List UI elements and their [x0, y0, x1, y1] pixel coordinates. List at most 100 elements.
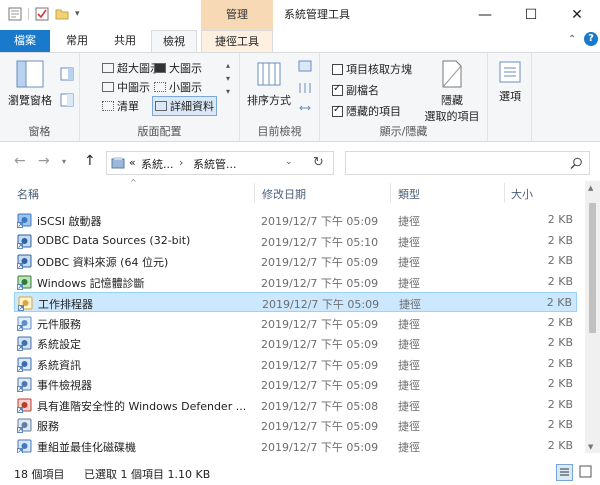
breadcrumb-crumb-1[interactable]: 系統... — [141, 156, 174, 172]
vertical-scrollbar[interactable]: ▲ ▼ — [585, 181, 600, 453]
column-divider[interactable] — [254, 183, 255, 203]
hide-selected-button[interactable]: 隱藏 選取的項目 — [420, 59, 484, 124]
file-date: 2019/12/7 下午 05:09 — [261, 358, 379, 372]
tab-view[interactable]: 檢視 — [151, 30, 197, 53]
close-button[interactable]: ✕ — [554, 0, 600, 30]
group-label-panes: 窗格 — [28, 125, 51, 138]
table-row[interactable]: ODBC 資料來源 (64 位元) 2019/12/7 下午 05:09 捷徑 … — [14, 251, 577, 271]
details-icon — [155, 101, 167, 111]
info-icon — [17, 357, 32, 372]
hide-selected-label-1: 隱藏 — [441, 94, 463, 107]
size-columns-icon[interactable] — [298, 101, 312, 115]
column-divider[interactable] — [504, 183, 505, 203]
title-bar: ▾ 管理 系統管理工具 — ☐ ✕ — [0, 0, 600, 30]
help-icon[interactable]: ? — [584, 32, 598, 46]
status-bar: 18 個項目 已選取 1 個項目 1.10 KB — [0, 461, 600, 485]
file-size: 2 KB — [547, 397, 573, 411]
hidden-items-toggle[interactable]: 隱藏的項目 — [332, 103, 401, 119]
scroll-down-icon[interactable]: ▼ — [588, 443, 593, 451]
breadcrumb-separator-icon[interactable]: › — [179, 156, 183, 169]
address-dropdown-icon[interactable]: ⌄ — [285, 157, 293, 167]
table-row[interactable]: 具有進階安全性的 Windows Defender ... 2019/12/7 … — [14, 395, 577, 415]
file-list: iSCSI 啟動器 2019/12/7 下午 05:09 捷徑 2 KB ODB… — [0, 210, 585, 453]
sort-by-button[interactable]: 排序方式 — [246, 59, 292, 108]
table-row[interactable]: 系統資訊 2019/12/7 下午 05:09 捷徑 2 KB — [14, 354, 577, 374]
item-checkboxes-checkbox[interactable] — [332, 63, 343, 75]
search-icon — [570, 157, 582, 169]
forward-arrow-icon[interactable]: → — [38, 153, 50, 169]
file-size: 2 KB — [547, 377, 573, 390]
explorer-window: ▾ 管理 系統管理工具 — ☐ ✕ 檔案 常用 共用 檢視 捷徑工具 ⌃ ? 瀏… — [0, 0, 600, 485]
new-folder-icon[interactable] — [55, 7, 69, 21]
table-row[interactable]: 系統設定 2019/12/7 下午 05:09 捷徑 2 KB — [14, 333, 577, 353]
tab-file[interactable]: 檔案 — [0, 30, 50, 52]
layout-large[interactable]: 大圖示 — [154, 60, 202, 76]
qat-dropdown-icon[interactable]: ▾ — [75, 9, 80, 19]
table-row[interactable]: 服務 2019/12/7 下午 05:09 捷徑 2 KB — [14, 415, 577, 435]
column-date[interactable]: 修改日期 — [262, 186, 306, 202]
layout-list[interactable]: 清單 — [102, 98, 139, 114]
tab-share[interactable]: 共用 — [104, 30, 146, 52]
preview-pane-icon[interactable] — [60, 67, 74, 81]
options-button[interactable]: 選項 — [492, 59, 528, 104]
checkmark-icon[interactable] — [35, 7, 49, 21]
file-type: 捷徑 — [398, 276, 420, 290]
admin-tools-icon — [111, 157, 125, 169]
up-arrow-icon[interactable]: ↑ — [84, 153, 96, 169]
details-pane-icon[interactable] — [60, 93, 74, 107]
maximize-button[interactable]: ☐ — [508, 0, 554, 30]
table-row[interactable]: iSCSI 啟動器 2019/12/7 下午 05:09 捷徑 2 KB — [14, 210, 577, 230]
tab-shortcut-tools[interactable]: 捷徑工具 — [201, 30, 273, 52]
small-icons-icon — [154, 82, 166, 92]
breadcrumb-crumb-2[interactable]: 系統管... — [193, 156, 237, 172]
table-row[interactable]: 元件服務 2019/12/7 下午 05:09 捷徑 2 KB — [14, 313, 577, 333]
breadcrumb-prefix[interactable]: « — [129, 156, 136, 169]
layout-scroll-icon[interactable]: ▴ ▾ ▾ — [226, 59, 230, 98]
item-checkboxes-toggle[interactable]: 項目核取方塊 — [332, 61, 412, 77]
layout-extra-large[interactable]: 超大圖示 — [102, 60, 161, 76]
hide-selected-icon — [442, 60, 462, 88]
table-row[interactable]: 工作排程器 2019/12/7 下午 05:09 捷徑 2 KB — [14, 292, 577, 312]
collapse-ribbon-icon[interactable]: ⌃ — [568, 34, 576, 45]
address-box[interactable]: « 系統... › 系統管... ⌄ ↻ — [106, 151, 334, 175]
details-view-button[interactable] — [556, 464, 573, 481]
column-type[interactable]: 類型 — [398, 186, 420, 202]
file-size: 2 KB — [547, 418, 573, 431]
layout-small[interactable]: 小圖示 — [154, 79, 202, 95]
back-arrow-icon[interactable]: ← — [14, 153, 26, 169]
table-row[interactable]: 事件檢視器 2019/12/7 下午 05:09 捷徑 2 KB — [14, 374, 577, 394]
tab-home[interactable]: 常用 — [56, 30, 98, 52]
odbc-icon — [17, 234, 32, 249]
table-row[interactable]: ODBC Data Sources (32-bit) 2019/12/7 下午 … — [14, 231, 577, 251]
column-name[interactable]: 名稱 — [17, 186, 39, 202]
file-extensions-checkbox[interactable] — [332, 83, 343, 96]
file-type: 捷徑 — [398, 317, 420, 331]
table-row[interactable]: 重組並最佳化磁碟機 2019/12/7 下午 05:09 捷徑 2 KB — [14, 436, 577, 454]
column-divider[interactable] — [390, 183, 391, 203]
refresh-icon[interactable]: ↻ — [313, 155, 324, 170]
group-by-icon[interactable] — [298, 59, 312, 73]
file-date: 2019/12/7 下午 05:09 — [261, 256, 379, 269]
table-row[interactable]: Windows 記憶體診斷 2019/12/7 下午 05:09 捷徑 2 KB — [14, 272, 577, 292]
layout-medium-label: 中圖示 — [117, 81, 150, 94]
file-date: 2019/12/7 下午 05:09 — [261, 440, 379, 454]
group-show-hide: 項目核取方塊 副檔名 隱藏的項目 隱藏 選取的項目 顯示/隱藏 — [320, 53, 488, 141]
layout-details[interactable]: 詳細資料 — [152, 96, 217, 116]
recent-locations-icon[interactable]: ▾ — [62, 157, 66, 166]
scrollbar-thumb[interactable] — [589, 203, 596, 333]
layout-medium[interactable]: 中圖示 — [102, 79, 150, 95]
file-extensions-toggle[interactable]: 副檔名 — [332, 82, 379, 98]
file-name: 系統資訊 — [37, 358, 81, 372]
sort-by-label: 排序方式 — [247, 94, 291, 107]
hidden-items-checkbox[interactable] — [332, 104, 343, 117]
scroll-up-icon[interactable]: ▲ — [588, 184, 593, 192]
add-columns-icon[interactable] — [298, 81, 312, 95]
search-input[interactable] — [345, 151, 590, 175]
large-icons-view-button[interactable] — [578, 464, 595, 481]
file-type: 捷徑 — [398, 379, 420, 392]
navigation-pane-button[interactable]: 瀏覽窗格 — [4, 59, 56, 108]
properties-icon[interactable] — [8, 7, 22, 21]
minimize-button[interactable]: — — [462, 0, 508, 30]
file-size: 2 KB — [547, 213, 573, 226]
column-size[interactable]: 大小 — [511, 186, 533, 202]
